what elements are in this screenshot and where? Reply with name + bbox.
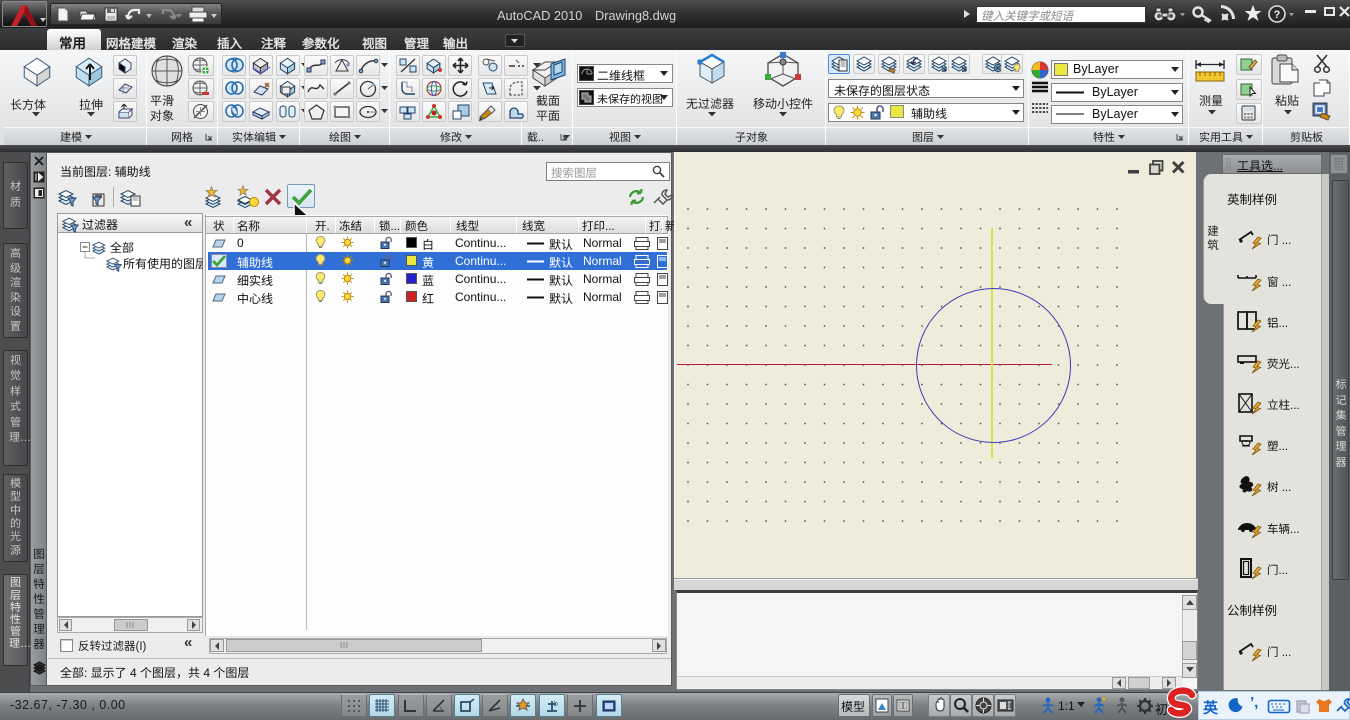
svg-text:?: ? [1274,9,1281,21]
svg-text:b: b [554,701,558,708]
